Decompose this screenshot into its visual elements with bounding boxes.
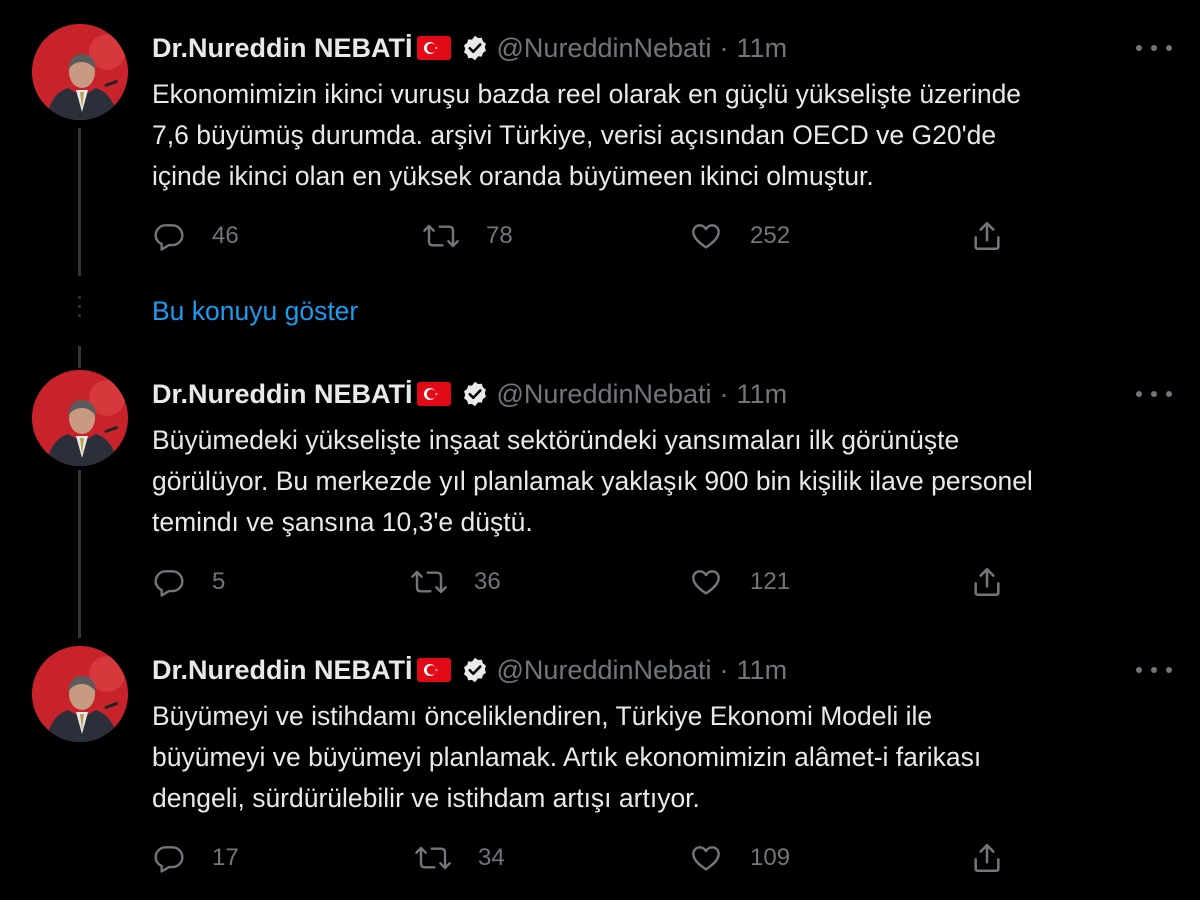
tweet-header: Dr.Nureddin NEBATİ @NureddinNebati · 11m bbox=[152, 652, 787, 688]
retweet-button[interactable]: 34 bbox=[414, 838, 505, 878]
like-count: 121 bbox=[750, 568, 791, 595]
retweet-icon bbox=[415, 846, 451, 870]
like-count: 252 bbox=[750, 222, 791, 249]
verified-badge-icon bbox=[461, 34, 489, 62]
avatar[interactable] bbox=[32, 24, 128, 120]
reply-button[interactable]: 17 bbox=[152, 838, 239, 878]
reply-icon bbox=[154, 846, 184, 873]
turkey-flag-icon bbox=[416, 36, 451, 60]
author-name[interactable]: Dr.Nureddin NEBATİ bbox=[152, 33, 413, 64]
like-button[interactable]: 121 bbox=[688, 562, 790, 602]
heart-icon bbox=[692, 846, 720, 871]
share-button[interactable] bbox=[970, 838, 1004, 878]
heart-icon bbox=[692, 224, 720, 249]
author-handle[interactable]: @NureddinNebati bbox=[497, 655, 712, 686]
retweet-count: 36 bbox=[474, 568, 501, 595]
share-button[interactable] bbox=[970, 562, 1004, 602]
tweet-timestamp[interactable]: 11m bbox=[737, 655, 788, 686]
thread-line bbox=[78, 346, 81, 368]
retweet-count: 78 bbox=[486, 222, 513, 249]
tweet-timestamp[interactable]: 11m bbox=[737, 379, 788, 410]
more-options-icon[interactable] bbox=[1136, 660, 1172, 680]
like-button[interactable]: 109 bbox=[688, 838, 790, 878]
verified-badge-icon bbox=[461, 380, 489, 408]
tweet-header: Dr.Nureddin NEBATİ @NureddinNebati · 11m bbox=[152, 30, 787, 66]
turkey-flag-icon bbox=[416, 382, 451, 406]
reply-count: 46 bbox=[212, 222, 239, 249]
retweet-icon bbox=[411, 570, 447, 594]
thread-line bbox=[78, 128, 81, 276]
separator: · bbox=[719, 378, 729, 409]
share-button[interactable] bbox=[970, 216, 1004, 256]
turkey-flag-icon bbox=[416, 658, 451, 682]
reply-icon bbox=[154, 224, 184, 251]
avatar[interactable] bbox=[32, 370, 128, 466]
reply-button[interactable]: 46 bbox=[152, 216, 239, 256]
author-handle[interactable]: @NureddinNebati bbox=[497, 379, 712, 410]
author-handle[interactable]: @NureddinNebati bbox=[497, 33, 712, 64]
thread-line bbox=[78, 470, 81, 638]
tweet-actions: 5 36 121 bbox=[152, 562, 1032, 602]
share-icon bbox=[974, 567, 1000, 597]
tweet-actions: 17 34 109 bbox=[152, 838, 1032, 878]
tweet-text: Büyümeyi ve istihdamı önceliklendiren, T… bbox=[152, 701, 982, 813]
separator: · bbox=[719, 32, 729, 63]
tweet-timestamp[interactable]: 11m bbox=[737, 33, 788, 64]
timeline: Bu konuyu göster Dr.Nureddin NEBATİ @Nur… bbox=[0, 0, 1200, 900]
tweet-header: Dr.Nureddin NEBATİ @NureddinNebati · 11m bbox=[152, 376, 787, 412]
reply-button[interactable]: 5 bbox=[152, 562, 225, 602]
heart-icon bbox=[692, 570, 720, 595]
separator: · bbox=[719, 654, 729, 685]
tweet-text: Büyümedeki yükselişte inşaat sektöründek… bbox=[152, 425, 1033, 537]
thread-gap-dots bbox=[77, 296, 82, 323]
retweet-button[interactable]: 36 bbox=[410, 562, 501, 602]
retweet-count: 34 bbox=[478, 844, 505, 871]
share-icon bbox=[974, 843, 1000, 873]
reply-count: 5 bbox=[212, 568, 226, 595]
author-name[interactable]: Dr.Nureddin NEBATİ bbox=[152, 379, 413, 410]
show-thread-link[interactable]: Bu konuyu göster bbox=[152, 296, 358, 327]
avatar[interactable] bbox=[32, 646, 128, 742]
like-count: 109 bbox=[750, 844, 791, 871]
reply-icon bbox=[154, 570, 184, 597]
share-icon bbox=[974, 221, 1000, 251]
reply-count: 17 bbox=[212, 844, 239, 871]
author-name[interactable]: Dr.Nureddin NEBATİ bbox=[152, 655, 413, 686]
verified-badge-icon bbox=[461, 656, 489, 684]
more-options-icon[interactable] bbox=[1136, 38, 1172, 58]
tweet-text: Ekonomimizin ikinci vuruşu bazda reel ol… bbox=[152, 79, 1022, 191]
like-button[interactable]: 252 bbox=[688, 216, 790, 256]
retweet-icon bbox=[423, 224, 459, 248]
tweet-actions: 46 78 252 bbox=[152, 216, 1032, 256]
retweet-button[interactable]: 78 bbox=[422, 216, 513, 256]
more-options-icon[interactable] bbox=[1136, 384, 1172, 404]
